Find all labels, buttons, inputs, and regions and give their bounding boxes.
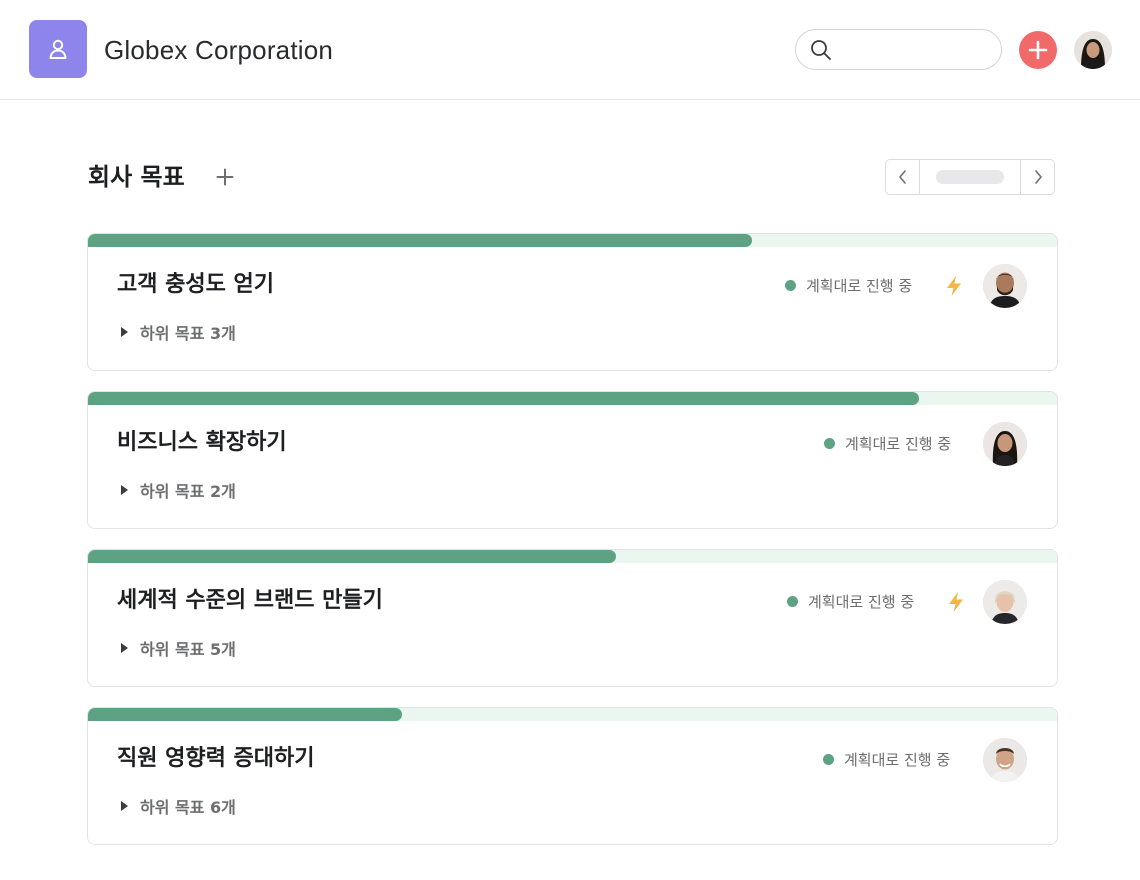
search-icon xyxy=(811,39,831,60)
goal-title: 직원 영향력 증대하기 xyxy=(117,746,315,771)
search-input[interactable] xyxy=(840,34,990,65)
company-logo[interactable] xyxy=(29,20,87,78)
goal-card[interactable]: 고객 충성도 얻기 하위 목표 3개 계획대로 진행 중 xyxy=(87,233,1058,371)
status-label: 계획대로 진행 중 xyxy=(844,750,951,769)
period-pager xyxy=(885,159,1055,195)
avatar-portrait xyxy=(983,264,1027,308)
status: 계획대로 진행 중 xyxy=(823,746,950,772)
progress-track xyxy=(88,550,1057,563)
subgoal-count: 하위 목표 6개 xyxy=(140,798,236,817)
subgoal-count: 하위 목표 5개 xyxy=(140,640,236,659)
section-title: 회사 목표 xyxy=(88,163,185,191)
avatar-portrait xyxy=(1074,31,1112,69)
owner-avatar[interactable] xyxy=(983,738,1027,782)
progress-fill xyxy=(88,392,920,405)
top-bar: Globex Corporation xyxy=(0,0,1140,100)
owner-avatar[interactable] xyxy=(983,580,1027,624)
pager-period[interactable] xyxy=(919,160,1021,194)
owner-avatar[interactable] xyxy=(983,422,1027,466)
progress-fill xyxy=(88,550,617,563)
status-dot xyxy=(823,753,834,765)
status: 계획대로 진행 중 xyxy=(824,430,951,456)
plus-icon xyxy=(1028,40,1048,60)
lightning-bolt-icon xyxy=(943,274,965,298)
goal-title: 세계적 수준의 브랜드 만들기 xyxy=(117,588,383,613)
status-dot xyxy=(787,595,798,607)
status-dot xyxy=(785,279,796,291)
goal-title: 고객 충성도 얻기 xyxy=(117,272,274,297)
goal-card[interactable]: 직원 영향력 증대하기 하위 목표 6개 계획대로 진행 중 xyxy=(87,707,1058,845)
caret-right-icon xyxy=(121,485,128,495)
user-circle-icon xyxy=(49,39,67,59)
subgoal-toggle[interactable]: 하위 목표 2개 xyxy=(119,478,236,502)
subgoal-count: 하위 목표 3개 xyxy=(140,324,236,343)
subgoal-count: 하위 목표 2개 xyxy=(140,482,236,501)
status: 계획대로 진행 중 xyxy=(785,272,912,298)
goal-title: 비즈니스 확장하기 xyxy=(117,430,287,455)
plus-icon xyxy=(216,168,234,186)
chevron-right-icon xyxy=(1034,170,1042,184)
caret-right-icon xyxy=(121,327,128,337)
progress-track xyxy=(88,392,1057,405)
subgoal-toggle[interactable]: 하위 목표 3개 xyxy=(119,320,236,344)
status-dot xyxy=(824,437,835,449)
subgoal-toggle[interactable]: 하위 목표 5개 xyxy=(119,636,236,660)
user-avatar[interactable] xyxy=(1074,31,1112,69)
owner-avatar[interactable] xyxy=(983,264,1027,308)
progress-fill xyxy=(88,234,752,247)
lightning-bolt-icon xyxy=(945,590,967,614)
global-add-button[interactable] xyxy=(1019,31,1057,69)
status-label: 계획대로 진행 중 xyxy=(808,592,915,611)
status-label: 계획대로 진행 중 xyxy=(845,434,952,453)
subgoal-toggle[interactable]: 하위 목표 6개 xyxy=(119,794,236,818)
search-box[interactable] xyxy=(795,29,1002,70)
progress-track xyxy=(88,708,1057,721)
goal-card[interactable]: 세계적 수준의 브랜드 만들기 하위 목표 5개 계획대로 진행 중 xyxy=(87,549,1058,687)
pager-placeholder xyxy=(936,170,1004,184)
caret-right-icon xyxy=(121,643,128,653)
progress-fill xyxy=(88,708,402,721)
status: 계획대로 진행 중 xyxy=(787,588,914,614)
chevron-left-icon xyxy=(898,170,906,184)
status-label: 계획대로 진행 중 xyxy=(806,276,913,295)
progress-track xyxy=(88,234,1057,247)
avatar-portrait xyxy=(983,422,1027,466)
add-goal-button[interactable] xyxy=(212,163,238,191)
goal-card[interactable]: 비즈니스 확장하기 하위 목표 2개 계획대로 진행 중 xyxy=(87,391,1058,529)
pager-prev-button[interactable] xyxy=(886,160,919,194)
company-name: Globex Corporation xyxy=(104,35,334,65)
avatar-portrait xyxy=(983,738,1027,782)
avatar-portrait xyxy=(983,580,1027,624)
pager-next-button[interactable] xyxy=(1021,160,1054,194)
caret-right-icon xyxy=(121,801,128,811)
